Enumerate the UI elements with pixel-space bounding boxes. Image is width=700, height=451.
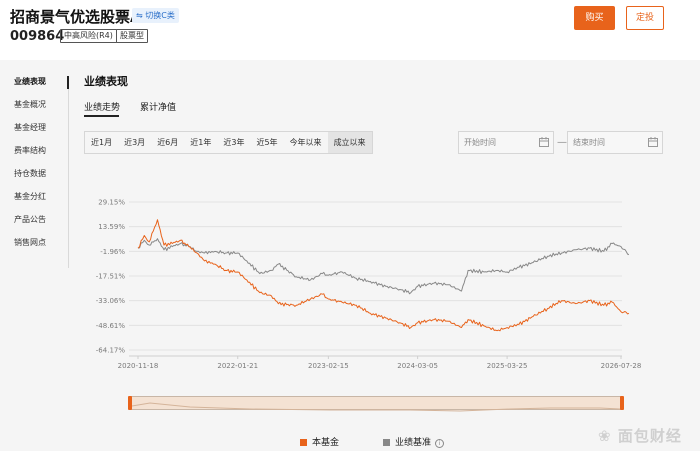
calendar-icon	[648, 137, 658, 147]
scroller-left-handle[interactable]	[128, 396, 132, 410]
range-ytd-button[interactable]: 今年以来	[284, 132, 328, 153]
fund-name: 招商景气优选股票A	[10, 8, 142, 26]
buy-button[interactable]: 购买	[574, 6, 615, 30]
performance-chart[interactable]: 29.15% 13.59% -1.96% -17.51% -33.06% -48.61% -…	[84, 190, 644, 371]
range-6m-button[interactable]: 近6月	[151, 132, 184, 153]
switch-icon: ⇋	[136, 11, 146, 20]
content-panel: 业绩表现 基金概况 基金经理 费率结构 持仓数据 基金分红 产品公告 销售网点 …	[0, 60, 700, 451]
y-tick-label: 29.15%	[98, 199, 125, 207]
tab-performance-trend[interactable]: 业绩走势	[84, 100, 120, 113]
scroller-right-handle[interactable]	[620, 396, 624, 410]
chart-range-scroller[interactable]	[129, 396, 623, 412]
series-line-benchmark	[137, 238, 630, 295]
fund-header: 招商景气优选股票A ⇋ 切换C类 009864 中高风险(R4) 股票型 购买 …	[0, 0, 700, 60]
date-range-separator: —	[557, 137, 567, 148]
x-tick-label: 2022-01-21	[217, 362, 258, 370]
sidebar-item-overview[interactable]: 基金概况	[14, 99, 70, 122]
start-date-input[interactable]: 开始时间	[458, 131, 554, 154]
tab-cumulative-nav[interactable]: 累计净值	[140, 100, 176, 113]
series-line-fund	[137, 219, 630, 332]
switch-share-class-button[interactable]: ⇋ 切换C类	[132, 8, 179, 23]
fund-code: 009864	[10, 29, 65, 44]
fixed-invest-button[interactable]: 定投	[626, 6, 664, 30]
sidebar-divider	[68, 76, 69, 268]
x-tick-label: 2026-07-28	[601, 362, 642, 370]
range-3y-button[interactable]: 近3年	[217, 132, 250, 153]
watermark: ❀ 面包财经	[598, 425, 682, 446]
range-1m-button[interactable]: 近1月	[85, 132, 118, 153]
y-tick-label: -48.61%	[96, 322, 126, 330]
fund-type-tag: 股票型	[116, 29, 148, 43]
x-tick-label: 2024-03-05	[397, 362, 438, 370]
y-tick-label: -17.51%	[96, 273, 126, 281]
sidebar-item-outlets[interactable]: 销售网点	[14, 237, 70, 260]
range-selector: 近1月 近3月 近6月 近1年 近3年 近5年 今年以来 成立以来	[84, 131, 373, 154]
start-date-placeholder: 开始时间	[464, 138, 496, 147]
y-tick-label: -1.96%	[100, 248, 125, 256]
legend-label-fund: 本基金	[312, 438, 340, 448]
legend-swatch-benchmark	[383, 439, 390, 446]
legend-item-fund[interactable]: 本基金	[300, 435, 339, 448]
end-date-placeholder: 结束时间	[573, 138, 605, 147]
scroller-preview	[131, 402, 621, 412]
sidebar-item-dividends[interactable]: 基金分红	[14, 191, 70, 214]
end-date-input[interactable]: 结束时间	[567, 131, 663, 154]
switch-label: 切换C类	[145, 11, 175, 20]
x-tick-label: 2025-03-25	[487, 362, 528, 370]
sidebar-item-fees[interactable]: 费率结构	[14, 145, 70, 168]
range-3m-button[interactable]: 近3月	[118, 132, 151, 153]
sidebar-item-holdings[interactable]: 持仓数据	[14, 168, 70, 191]
sidebar-active-indicator	[67, 76, 69, 89]
sidebar-item-announcements[interactable]: 产品公告	[14, 214, 70, 237]
watermark-logo-icon: ❀	[598, 427, 612, 445]
legend-label-benchmark: 业绩基准	[395, 438, 432, 448]
legend-swatch-fund	[300, 439, 307, 446]
sidebar-item-performance[interactable]: 业绩表现	[14, 76, 70, 99]
watermark-text: 面包财经	[617, 427, 682, 445]
range-since-inception-button[interactable]: 成立以来	[327, 132, 372, 153]
active-tab-underline	[84, 115, 119, 117]
sidebar-item-managers[interactable]: 基金经理	[14, 122, 70, 145]
range-5y-button[interactable]: 近5年	[250, 132, 283, 153]
section-title: 业绩表现	[84, 75, 128, 88]
range-1y-button[interactable]: 近1年	[184, 132, 217, 153]
y-tick-label: -64.17%	[96, 347, 126, 355]
info-icon[interactable]: i	[435, 439, 445, 448]
y-tick-label: -33.06%	[96, 297, 126, 305]
x-tick-label: 2020-11-18	[118, 362, 159, 370]
x-tick-label: 2023-02-15	[308, 362, 349, 370]
legend-item-benchmark[interactable]: 业绩基准 i	[383, 435, 445, 448]
risk-level-tag: 中高风险(R4)	[60, 29, 117, 43]
calendar-icon	[539, 137, 549, 147]
side-nav: 业绩表现 基金概况 基金经理 费率结构 持仓数据 基金分红 产品公告 销售网点	[14, 76, 70, 260]
y-tick-label: 13.59%	[98, 223, 125, 231]
